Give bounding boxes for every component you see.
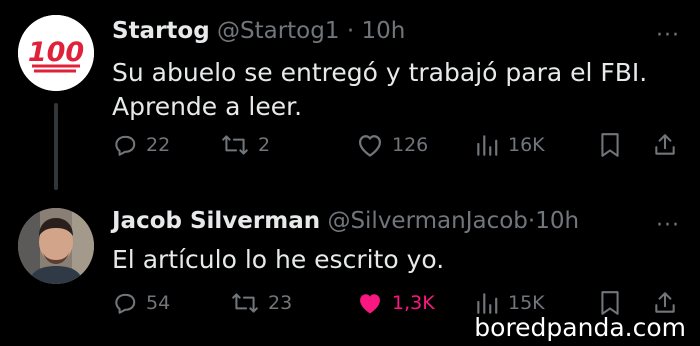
display-name[interactable]: Startog [112, 18, 210, 44]
tweet-text: Su abuelo se entregó y trabajó para el F… [112, 56, 647, 124]
reply-count: 54 [146, 292, 171, 314]
reply-button[interactable]: 54 [112, 290, 170, 316]
views-icon [477, 135, 498, 156]
bookmark-icon [601, 133, 619, 157]
retweet-count: 23 [268, 292, 293, 314]
like-count: 1,3K [392, 292, 435, 314]
separator-dot: · [346, 18, 355, 44]
profile-photo-icon [18, 208, 94, 284]
tweet-text: El artículo lo he escrito yo. [112, 243, 444, 277]
user-handle[interactable]: @Startog1 [217, 18, 340, 44]
views-button[interactable]: 16K [474, 132, 545, 158]
tweet-text-line: Su abuelo se entregó y trabajó para el F… [112, 58, 648, 87]
reply-count: 22 [146, 134, 171, 156]
retweet-icon [232, 293, 258, 313]
retweet-button[interactable]: 2 [220, 132, 270, 158]
like-button[interactable]: 126 [356, 132, 428, 158]
action-bar: 22 2 126 16K [112, 132, 682, 166]
tweet[interactable]: 100 Startog @Startog1 · 10h ··· Su abuel… [0, 0, 700, 190]
reply-icon [115, 135, 136, 156]
tweet-text-line: El artículo lo he escrito yo. [112, 245, 445, 274]
display-name[interactable]: Jacob Silverman [112, 208, 320, 234]
watermark: boredpanda.com [474, 313, 686, 342]
heart-icon [358, 135, 382, 157]
tweet-text-line: Aprende a leer. [112, 92, 303, 121]
hundred-points-icon: 100 [18, 15, 94, 91]
avatar[interactable]: 100 [18, 15, 94, 91]
views-count: 16K [508, 134, 545, 156]
more-options-icon[interactable]: ··· [656, 23, 680, 48]
heart-filled-icon [360, 294, 380, 314]
retweet-icon [222, 135, 248, 155]
tweet-header: Startog @Startog1 · 10h [112, 18, 405, 44]
reply-icon [115, 293, 136, 314]
views-count: 15K [508, 292, 545, 314]
timestamp[interactable]: 10h [361, 18, 405, 44]
like-count: 126 [392, 134, 429, 156]
thread-line [54, 103, 58, 190]
user-handle[interactable]: @SilvermanJacob [327, 208, 527, 234]
retweet-count: 2 [258, 134, 271, 156]
avatar-emoji-text: 100 [28, 37, 84, 68]
bookmark-button[interactable] [598, 132, 622, 158]
tweet-header: Jacob Silverman @SilvermanJacob·10h [112, 208, 579, 234]
share-button[interactable] [652, 132, 678, 158]
like-button[interactable]: 1,3K [356, 290, 435, 316]
avatar[interactable] [18, 208, 94, 284]
share-icon [655, 134, 675, 155]
retweet-button[interactable]: 23 [230, 290, 292, 316]
timestamp[interactable]: 10h [535, 208, 579, 234]
reply-button[interactable]: 22 [112, 132, 170, 158]
more-options-icon[interactable]: ··· [656, 213, 680, 238]
